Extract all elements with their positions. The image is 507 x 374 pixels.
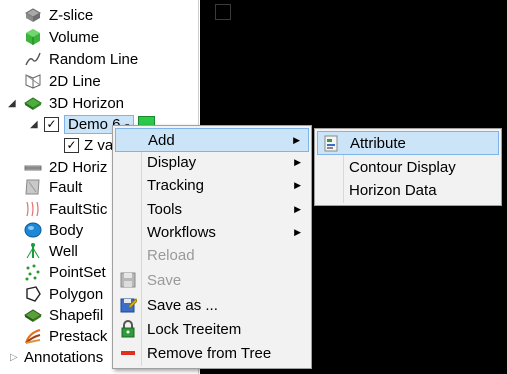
tree-item-label: 3D Horizon (49, 94, 125, 112)
tree-item-shapefile[interactable]: Shapefil (24, 304, 103, 326)
add-submenu: Attribute Contour Display Horizon Data (314, 128, 502, 206)
menu-item-label: Remove from Tree (147, 344, 272, 362)
submenu-arrow-icon: ▶ (294, 179, 301, 190)
submenu-arrow-icon: ▶ (293, 134, 300, 145)
tree-item-label: Body (49, 221, 84, 239)
save-as-icon (119, 296, 138, 314)
fault-icon (24, 178, 42, 196)
menu-item-label: Save as ... (147, 296, 218, 314)
tree-item-well[interactable]: Well (24, 240, 78, 262)
menu-item-tools[interactable]: Tools ▶ (115, 198, 309, 220)
lock-icon (119, 320, 137, 338)
faultstick-icon (24, 200, 42, 218)
visibility-checkbox[interactable]: ✓ (64, 137, 79, 153)
tree-item-2d-horizon[interactable]: 2D Horiz (24, 156, 107, 178)
context-menu: Add ▶ Display ▶ Tracking ▶ Tools ▶ Workf… (112, 125, 312, 369)
polygon-icon (24, 285, 42, 303)
attribute-icon (322, 134, 340, 152)
tree-item-volume[interactable]: Volume (24, 26, 99, 48)
body-icon (24, 221, 42, 239)
3d-horizon-icon (24, 94, 42, 112)
menu-item-label: Horizon Data (349, 181, 437, 199)
2d-line-icon (24, 72, 42, 90)
menu-item-label: Tools (147, 200, 183, 218)
tree-item-label: Volume (49, 28, 100, 46)
tree-item-body[interactable]: Body (24, 219, 83, 241)
collapse-arrow-icon[interactable]: ◢ (8, 98, 18, 109)
tree-item-annotations[interactable]: ▷ Annotations (10, 346, 103, 368)
tree-item-3d-horizon[interactable]: ◢ 3D Horizon (8, 92, 124, 114)
menu-item-label: Attribute (350, 134, 406, 152)
menu-item-display[interactable]: Display ▶ (115, 151, 309, 173)
menu-item-workflows[interactable]: Workflows ▶ (115, 221, 309, 243)
remove-icon (119, 344, 137, 362)
tree-item-2d-line[interactable]: 2D Line (24, 70, 101, 92)
menu-item-label: Reload (147, 246, 195, 264)
menu-item-label: Workflows (147, 223, 216, 241)
expand-arrow-icon[interactable]: ▷ (10, 352, 20, 363)
tree-item-label: Fault (49, 178, 83, 196)
prestack-icon (24, 327, 42, 345)
submenu-arrow-icon: ▶ (294, 156, 301, 167)
tree-item-label: Polygon (49, 285, 104, 303)
menu-item-label: Tracking (147, 176, 204, 194)
viewport-marker (215, 4, 231, 20)
tree-item-label: Annotations (24, 348, 104, 366)
menu-item-label: Add (148, 131, 175, 149)
menu-item-attribute[interactable]: Attribute (317, 131, 499, 155)
tree-item-faultstick[interactable]: FaultStic (24, 198, 107, 220)
tree-item-fault[interactable]: Fault (24, 176, 82, 198)
well-icon (24, 242, 42, 260)
2d-horizon-icon (24, 158, 42, 176)
menu-item-remove-from-tree[interactable]: Remove from Tree (115, 342, 309, 364)
menu-item-save-as[interactable]: Save as ... (115, 294, 309, 316)
tree-item-label: Shapefil (49, 306, 104, 324)
menu-item-add[interactable]: Add ▶ (115, 128, 309, 152)
submenu-arrow-icon: ▶ (294, 226, 301, 237)
tree-item-label: FaultStic (49, 200, 108, 218)
menu-item-contour-display[interactable]: Contour Display (317, 156, 499, 178)
tree-item-pointset[interactable]: PointSet (24, 261, 106, 283)
random-line-icon (24, 50, 42, 68)
menu-item-horizon-data[interactable]: Horizon Data (317, 179, 499, 201)
menu-item-lock-treeitem[interactable]: Lock Treeitem (115, 318, 309, 340)
menu-item-reload[interactable]: Reload (115, 244, 309, 266)
menu-item-tracking[interactable]: Tracking ▶ (115, 174, 309, 196)
pointset-icon (24, 263, 42, 281)
tree-item-label: Z-slice (49, 6, 94, 24)
save-icon (119, 271, 137, 289)
tree-item-label: 2D Line (49, 72, 101, 90)
submenu-arrow-icon: ▶ (294, 203, 301, 214)
tree-item-label: Random Line (49, 50, 139, 68)
menu-item-label: Lock Treeitem (147, 320, 242, 338)
menu-item-label: Save (147, 271, 182, 289)
visibility-checkbox[interactable]: ✓ (44, 116, 59, 132)
tree-item-z-values[interactable]: ✓ Z va (64, 134, 113, 156)
tree-item-label: Prestack (49, 327, 108, 345)
tree-item-label: PointSet (49, 263, 106, 281)
volume-icon (24, 28, 42, 46)
tree-item-label: Well (49, 242, 78, 260)
tree-item-z-slice[interactable]: Z-slice (24, 4, 93, 26)
tree-item-label: 2D Horiz (49, 158, 108, 176)
menu-item-label: Contour Display (349, 158, 456, 176)
collapse-arrow-icon[interactable]: ◢ (30, 119, 40, 130)
tree-item-random-line[interactable]: Random Line (24, 48, 138, 70)
tree-item-prestack[interactable]: Prestack (24, 325, 107, 347)
tree-item-polygon[interactable]: Polygon (24, 283, 103, 305)
z-slice-icon (24, 6, 42, 24)
shapefile-icon (24, 306, 42, 324)
menu-item-label: Display (147, 153, 197, 171)
menu-item-save[interactable]: Save (115, 269, 309, 291)
tree-item-label: Z va (84, 136, 114, 154)
